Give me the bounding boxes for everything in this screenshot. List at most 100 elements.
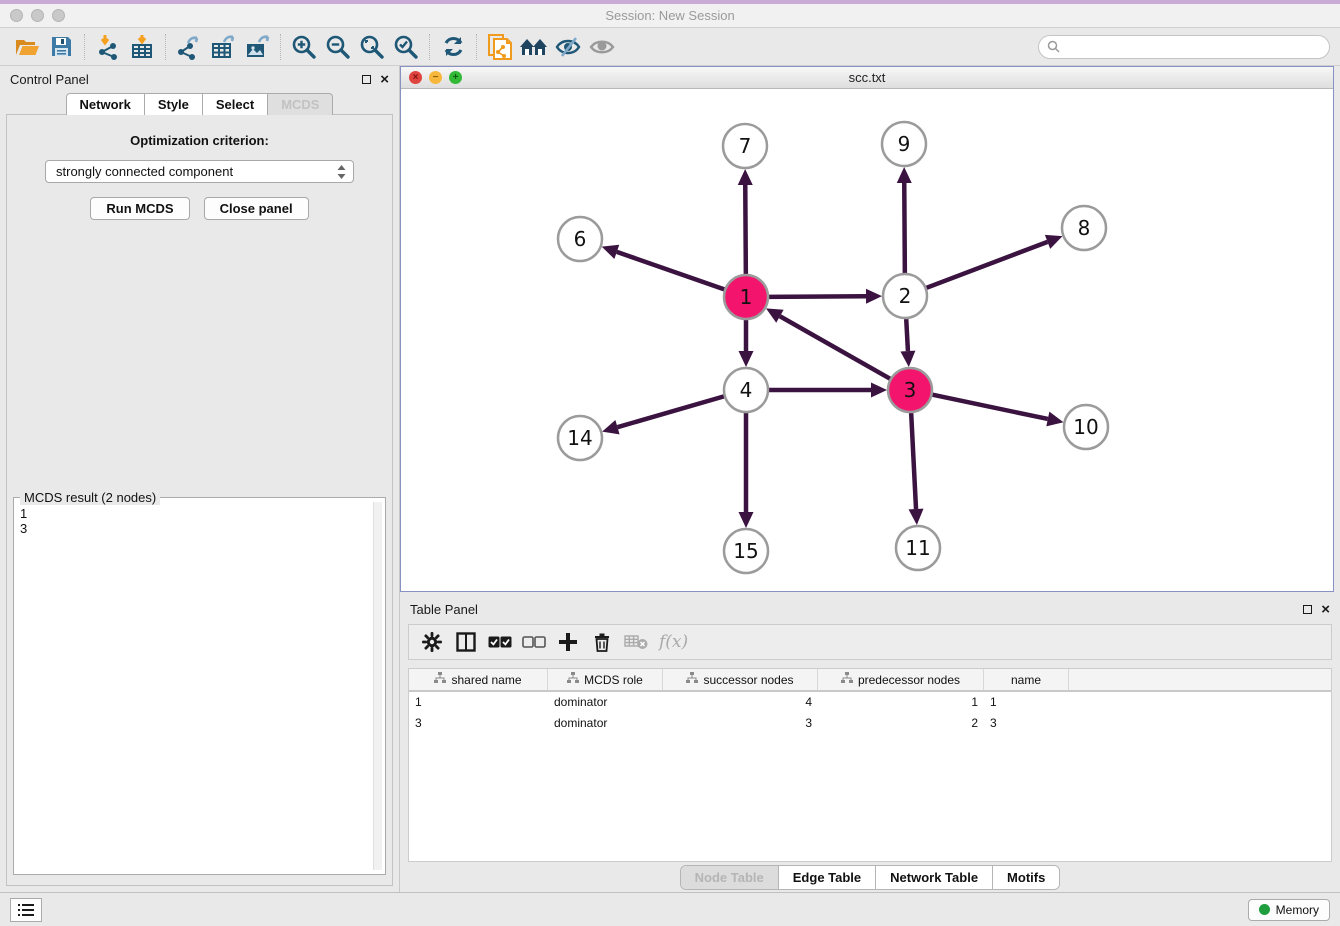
show-preview-icon[interactable] [585,32,619,62]
network-minimize-icon[interactable]: − [429,71,442,84]
graph-node-2[interactable]: 2 [883,274,927,318]
graph-node-1[interactable]: 1 [724,275,768,319]
column-tree-icon [567,672,579,687]
column-header-predecessor-nodes[interactable]: predecessor nodes [818,669,984,690]
network-maximize-icon[interactable]: + [449,71,462,84]
graph-edge-4-3[interactable] [769,383,887,398]
settings-gear-icon[interactable] [417,628,447,656]
delete-column-icon[interactable] [587,628,617,656]
table-cell: 1 [984,692,1069,712]
graph-node-7[interactable]: 7 [723,124,767,168]
window-title: Session: New Session [0,8,1340,23]
graph-node-14[interactable]: 14 [558,416,602,460]
network-graph[interactable]: 7 9 6 8 1 2 4 3 14 10 15 11 [401,89,1333,591]
tab-mcds[interactable]: MCDS [268,93,333,115]
node-table-body: 1dominator4113dominator323 [409,692,1331,734]
graph-node-3[interactable]: 3 [888,368,932,412]
main-toolbar [0,28,1340,66]
node-label: 11 [905,536,930,560]
table-row[interactable]: 1dominator411 [409,692,1331,713]
clone-network-icon[interactable] [483,32,517,62]
float-panel-icon[interactable] [362,75,371,84]
column-view-icon[interactable] [451,628,481,656]
export-image-icon[interactable] [240,32,274,62]
graph-edge-1-2[interactable] [769,289,882,304]
graph-edge-1-6[interactable] [602,245,725,290]
table-panel: Table Panel × [400,596,1340,892]
table-cell: 3 [663,713,818,733]
network-window-titlebar[interactable]: × − + scc.txt [401,67,1333,89]
tab-select[interactable]: Select [203,93,268,115]
control-panel: Control Panel × NetworkStyleSelectMCDS O… [0,66,400,892]
column-header-shared-name[interactable]: shared name [409,669,548,690]
tab-edge-table[interactable]: Edge Table [779,866,876,889]
graph-edge-2-9[interactable] [897,167,912,273]
function-builder-icon[interactable]: f(x) [659,632,688,652]
deselect-all-checkboxes-icon[interactable] [519,628,549,656]
column-label: shared name [451,673,521,687]
result-scrollbar[interactable] [373,502,382,870]
mcds-result-text[interactable]: 1 3 [20,506,371,872]
graph-node-8[interactable]: 8 [1062,206,1106,250]
tab-network-table[interactable]: Network Table [876,866,993,889]
export-network-icon[interactable] [172,32,206,62]
refresh-network-icon[interactable] [436,32,470,62]
run-mcds-button[interactable]: Run MCDS [90,197,189,220]
search-input[interactable] [1065,40,1321,54]
graph-edge-2-3[interactable] [900,319,915,367]
criterion-dropdown[interactable]: strongly connected component [45,160,354,183]
export-table-icon[interactable] [206,32,240,62]
workspace: × − + scc.txt 7968124314101511 Table Pan… [400,66,1340,892]
memory-button[interactable]: Memory [1248,899,1330,921]
close-panel-button[interactable]: Close panel [204,197,309,220]
column-label: successor nodes [703,673,793,687]
table-cell: 1 [818,692,984,712]
column-header-successor-nodes[interactable]: successor nodes [663,669,818,690]
graph-node-10[interactable]: 10 [1064,405,1108,449]
zoom-selected-icon[interactable] [389,32,423,62]
graph-edge-4-14[interactable] [602,396,724,434]
zoom-fit-icon[interactable] [355,32,389,62]
graph-edge-3-11[interactable] [909,413,924,525]
import-table-icon[interactable] [125,32,159,62]
network-close-icon[interactable]: × [409,71,422,84]
zoom-out-icon[interactable] [321,32,355,62]
graph-edge-3-1[interactable] [766,308,890,378]
graph-node-11[interactable]: 11 [896,526,940,570]
column-header-mcds-role[interactable]: MCDS role [548,669,663,690]
graph-node-4[interactable]: 4 [724,368,768,412]
graph-edge-2-8[interactable] [927,235,1063,288]
graph-edge-3-10[interactable] [933,395,1064,427]
tab-style[interactable]: Style [145,93,203,115]
task-history-button[interactable] [10,898,42,922]
cytoscape-home-icon[interactable] [517,32,551,62]
mcds-panel: Optimization criterion: strongly connect… [6,114,393,886]
tab-node-table[interactable]: Node Table [681,866,779,889]
select-all-checkboxes-icon[interactable] [485,628,515,656]
table-toolbar: f(x) [408,624,1332,660]
search-box[interactable] [1038,35,1330,59]
save-session-icon[interactable] [44,32,78,62]
zoom-in-icon[interactable] [287,32,321,62]
table-row[interactable]: 3dominator323 [409,713,1331,734]
delete-table-icon[interactable] [621,628,651,656]
column-header-name[interactable]: name [984,669,1069,690]
close-table-panel-icon[interactable]: × [1321,602,1330,617]
graph-node-15[interactable]: 15 [724,529,768,573]
column-tree-icon [686,672,698,687]
graph-node-6[interactable]: 6 [558,217,602,261]
float-table-panel-icon[interactable] [1303,605,1312,614]
add-column-icon[interactable] [553,628,583,656]
node-table-header: shared name MCDS role successor nodes prede… [409,669,1331,692]
import-network-icon[interactable] [91,32,125,62]
close-panel-icon[interactable]: × [380,72,389,87]
graph-edge-1-4[interactable] [739,320,754,367]
graph-edge-4-15[interactable] [739,413,754,528]
graph-edge-1-7[interactable] [738,169,753,274]
hide-graphics-details-icon[interactable] [551,32,585,62]
open-session-icon[interactable] [10,32,44,62]
tab-motifs[interactable]: Motifs [993,866,1059,889]
graph-node-9[interactable]: 9 [882,122,926,166]
network-canvas[interactable]: 7 9 6 8 1 2 4 3 14 10 15 11 [401,89,1333,591]
tab-network[interactable]: Network [66,93,145,115]
